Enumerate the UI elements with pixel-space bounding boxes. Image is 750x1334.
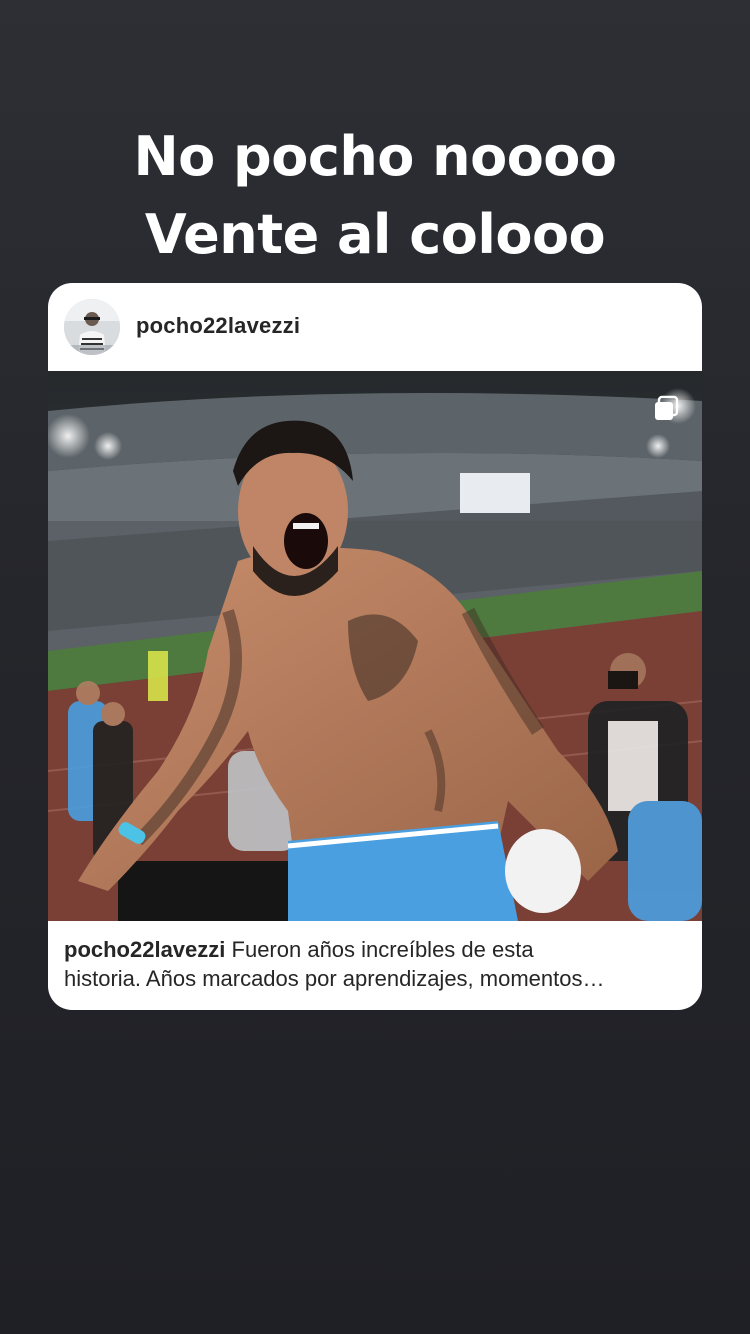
post-photo[interactable] (48, 371, 702, 921)
caption-line-2: historia. Años marcados por aprendizajes… (64, 966, 605, 991)
player-celebration-photo (48, 371, 702, 921)
caption-text-1: Fueron años increíbles de esta (231, 937, 534, 962)
story-text-line-2: Vente al colooo (144, 203, 606, 266)
avatar-photo (64, 299, 120, 355)
multiple-photos-icon (655, 395, 679, 420)
post-username[interactable]: pocho22lavezzi (136, 313, 300, 339)
post-caption: pocho22lavezzi Fueron años increíbles de… (64, 935, 686, 993)
caption-username[interactable]: pocho22lavezzi (64, 937, 225, 962)
shared-post-card[interactable]: pocho22lavezzi pocho22lavezzi Fueron año… (48, 283, 702, 1010)
post-header[interactable]: pocho22lavezzi (48, 283, 702, 371)
story-text-line-1: No pocho noooo (133, 125, 617, 188)
caption-line-1: pocho22lavezzi Fueron años increíbles de… (64, 935, 686, 964)
avatar[interactable] (64, 299, 120, 355)
story-text: No pocho noooo Vente al colooo (0, 118, 750, 274)
